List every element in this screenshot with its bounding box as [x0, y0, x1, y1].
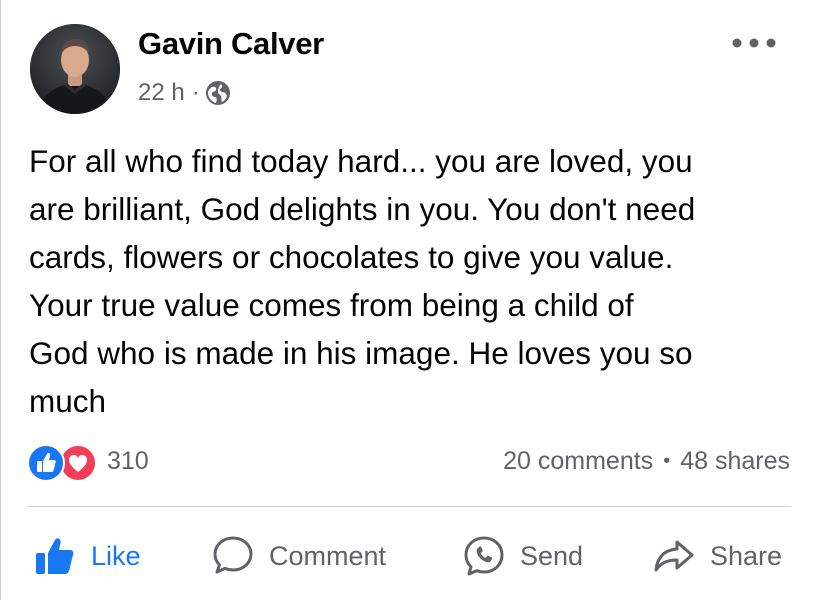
- more-options-icon: [732, 38, 776, 48]
- avatar-photo: [30, 24, 120, 114]
- comment-label: Comment: [269, 540, 387, 571]
- reaction-icons: [27, 442, 103, 482]
- more-options-button[interactable]: [731, 30, 777, 56]
- post-card: Gavin Calver 22 h · For all who find tod…: [0, 0, 817, 600]
- share-button[interactable]: Share: [652, 528, 782, 584]
- counts-separator: •: [663, 449, 671, 472]
- like-reaction-icon: [27, 444, 65, 482]
- meta-separator: ·: [191, 79, 200, 106]
- share-arrow-icon: [654, 540, 694, 572]
- actions-divider: [28, 506, 791, 507]
- reactions-summary[interactable]: 310: [27, 442, 149, 482]
- messenger-icon: [464, 536, 504, 576]
- post-meta: 22 h ·: [138, 76, 231, 110]
- post-body-text: For all who find today hard... you are l…: [29, 143, 696, 419]
- author-name[interactable]: Gavin Calver: [138, 26, 324, 62]
- post-time[interactable]: 22 h: [138, 79, 185, 107]
- reaction-count: 310: [107, 446, 149, 475]
- comment-icon: [213, 536, 253, 574]
- comment-button[interactable]: Comment: [211, 528, 386, 584]
- send-label: Send: [520, 540, 584, 571]
- thumbs-up-icon: [36, 538, 74, 574]
- action-bar: Like Comment Send Share: [28, 528, 791, 584]
- engagement-counts: 20 comments • 48 shares: [503, 442, 790, 480]
- like-button[interactable]: Like: [33, 528, 141, 584]
- share-label: Share: [710, 540, 783, 571]
- comments-count[interactable]: 20 comments: [503, 447, 653, 476]
- author-avatar[interactable]: [30, 24, 120, 114]
- globe-icon: [205, 80, 231, 106]
- send-button[interactable]: Send: [462, 528, 583, 584]
- shares-count[interactable]: 48 shares: [680, 447, 790, 476]
- like-label: Like: [91, 540, 141, 571]
